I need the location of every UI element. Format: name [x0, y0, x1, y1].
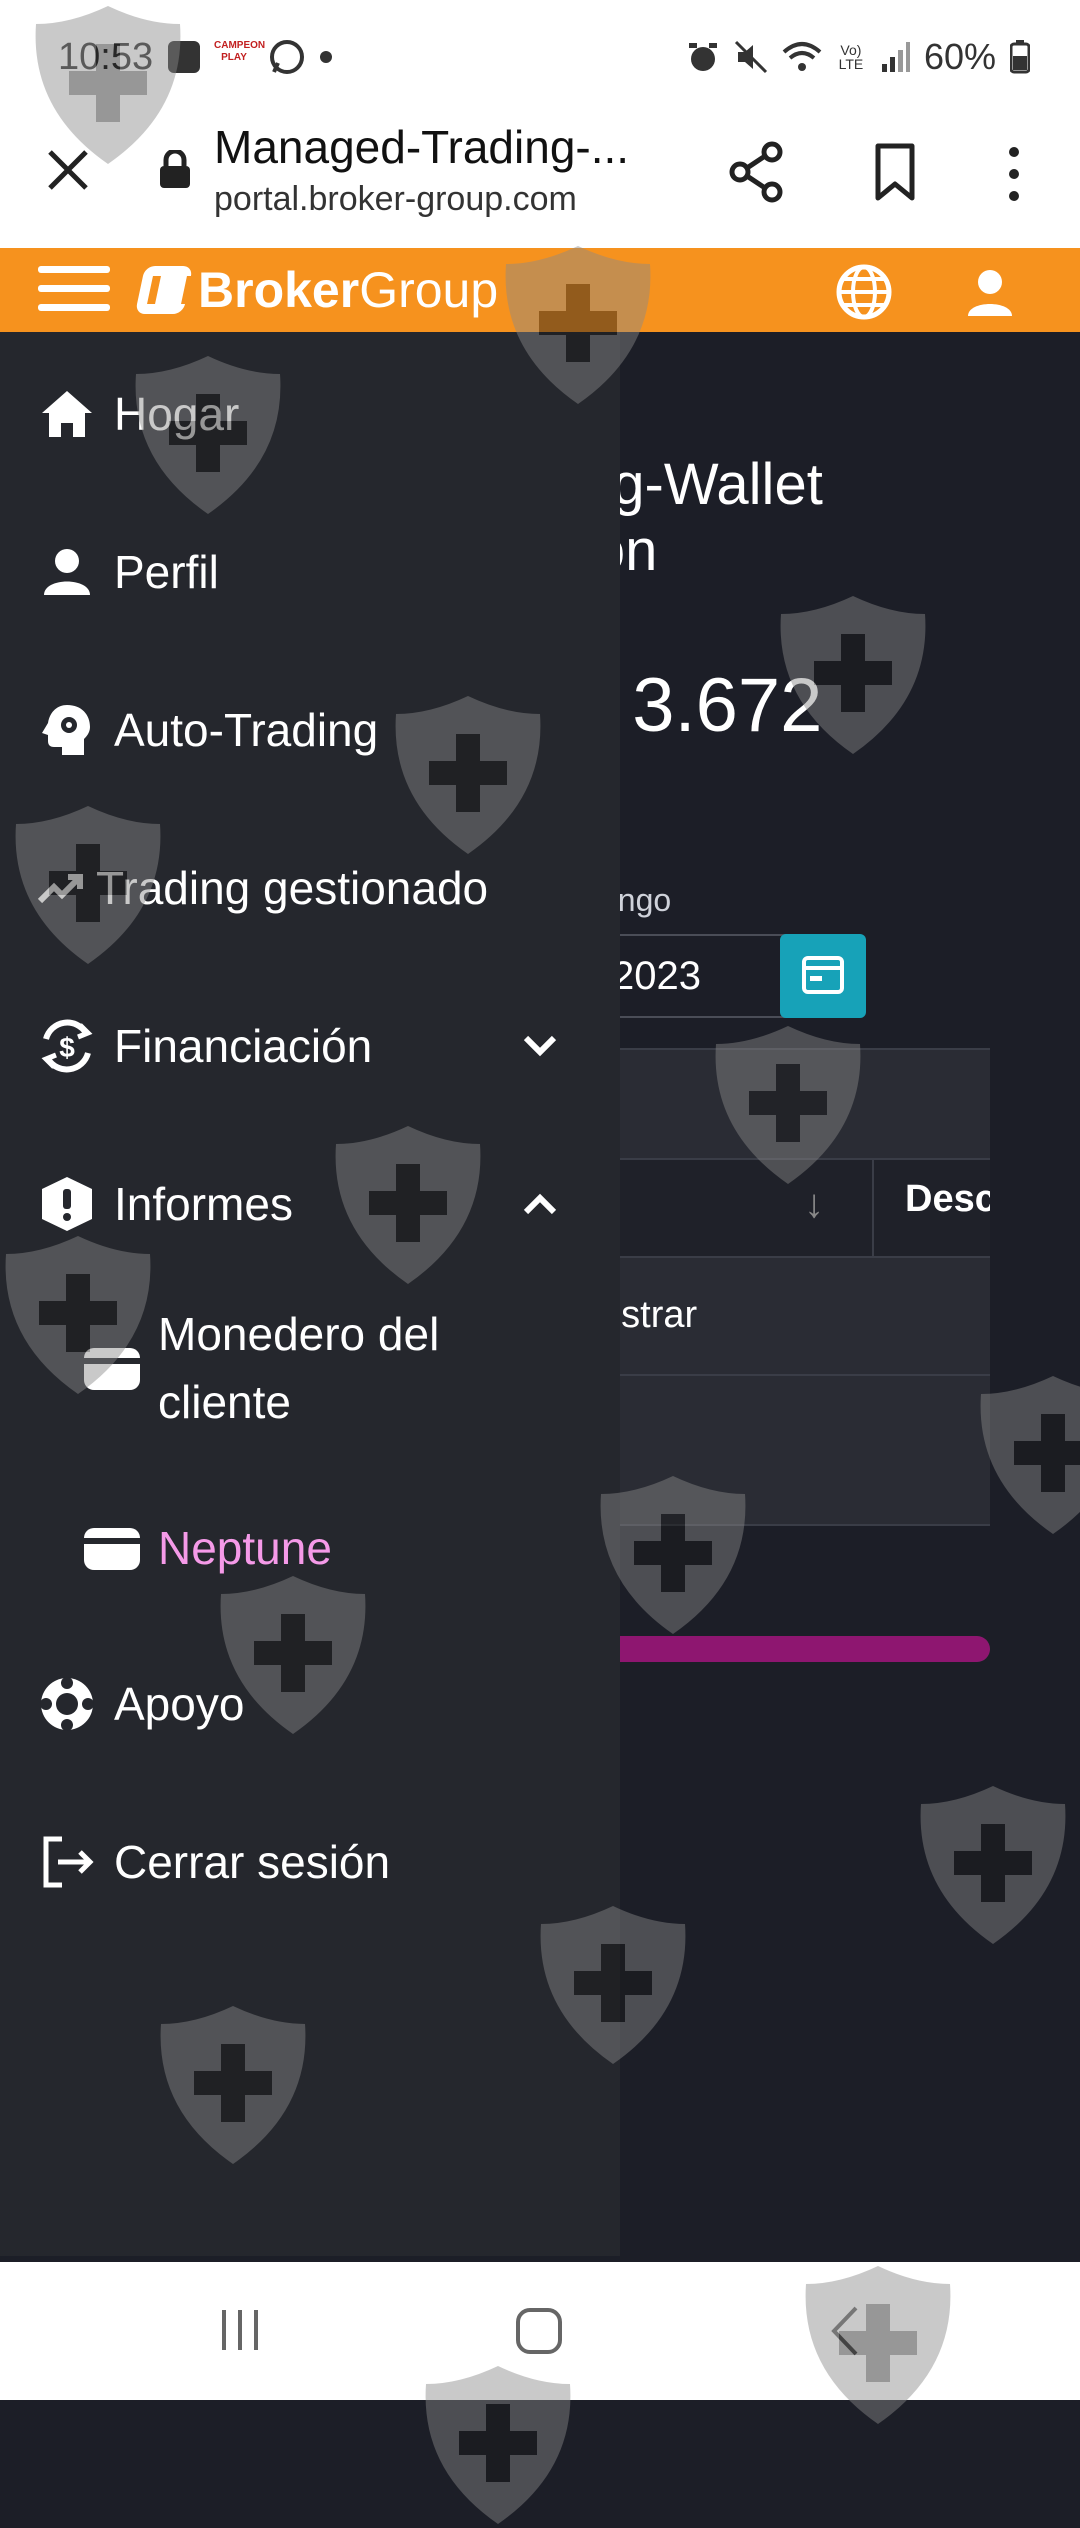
alert-icon [42, 1177, 92, 1231]
bookmark-icon[interactable] [866, 140, 924, 204]
column-header-description[interactable]: Desc [905, 1178, 990, 1221]
chevron-up-icon[interactable] [516, 1180, 564, 1228]
submenu-item-label: Neptune [158, 1522, 332, 1574]
brand-logo[interactable]: Broker Group [134, 258, 499, 322]
progress-bar [600, 1636, 990, 1662]
wifi-icon [782, 42, 822, 71]
home-icon [42, 391, 92, 437]
menu-item-auto-trading[interactable]: Auto-Trading [0, 670, 620, 790]
menu-item-informes[interactable]: Informes [0, 1144, 620, 1264]
transactions-table: ↓ Desc ostrar [600, 1048, 990, 1526]
brand-logo-mark-icon [134, 266, 194, 314]
battery-icon [1010, 40, 1030, 74]
brand-name-bold: Broker [198, 262, 360, 318]
status-left-icons: CAMPEON PLAY [168, 38, 332, 76]
menu-item-label: Cerrar sesión [114, 1836, 391, 1888]
wallet-icon [84, 1528, 140, 1570]
menu-item-trading-gestionado[interactable]: Trading gestionado [0, 828, 620, 948]
side-drawer: Hogar Perfil Auto-Trading Trading gestio… [0, 332, 620, 2256]
browser-toolbar: Managed-Trading-... portal.broker-group.… [0, 120, 1080, 248]
globe-icon[interactable] [834, 262, 894, 322]
page-url[interactable]: portal.broker-group.com [214, 180, 577, 219]
brand-name-regular: Group [359, 262, 499, 318]
chevron-down-icon[interactable] [516, 1022, 564, 1070]
campeon-play-icon: CAMPEON PLAY [214, 40, 266, 63]
menu-toggle-button[interactable] [38, 266, 110, 314]
recent-apps-icon[interactable] [218, 2308, 262, 2352]
user-account-icon[interactable] [960, 262, 1020, 322]
calendar-button[interactable] [780, 934, 866, 1018]
back-icon[interactable] [826, 2304, 866, 2358]
app-header: Broker Group [0, 248, 1080, 332]
notification-dot-icon [320, 51, 332, 63]
status-bar: 10:53 CAMPEON PLAY Vo) LTE 60% [0, 0, 1080, 120]
menu-item-financiacion[interactable]: $ Financiación [0, 986, 620, 1106]
page-title: Managed-Trading-... [214, 121, 630, 173]
table-header: ↓ Desc [600, 1160, 990, 1258]
menu-item-perfil[interactable]: Perfil [0, 512, 620, 632]
svg-text:$: $ [59, 1032, 75, 1063]
status-right-icons: Vo) LTE 60% [686, 36, 1030, 78]
submenu-item-label: Monedero del cliente [158, 1308, 440, 1428]
lifebuoy-icon [40, 1677, 94, 1731]
system-navigation-bar [0, 2262, 1080, 2400]
sort-arrow-icon[interactable]: ↓ [804, 1182, 824, 1227]
wallet-icon [84, 1348, 140, 1390]
date-range-input[interactable]: 2023 [600, 934, 792, 1018]
menu-item-hogar[interactable]: Hogar [0, 354, 620, 474]
share-icon[interactable] [726, 140, 790, 204]
trending-up-icon [37, 874, 83, 904]
more-options-icon[interactable] [1002, 142, 1026, 206]
menu-item-label: Informes [114, 1178, 293, 1230]
table-row: ostrar [600, 1258, 990, 1376]
menu-item-label: Perfil [114, 546, 219, 598]
menu-item-label: Trading gestionado [96, 862, 489, 914]
table-toolbar [600, 1048, 990, 1160]
whatsapp-icon [270, 40, 304, 74]
volte-icon: Vo) LTE [838, 42, 864, 72]
column-divider [872, 1160, 874, 1256]
submenu-item-monedero[interactable]: Monedero del cliente [0, 1298, 620, 1438]
robot-head-icon [42, 705, 90, 755]
table-row [600, 1376, 990, 1526]
status-time: 10:53 [58, 36, 154, 78]
menu-item-label: Apoyo [114, 1678, 245, 1730]
signal-icon [881, 42, 910, 72]
finance-cycle-icon: $ [41, 1019, 93, 1073]
logout-icon [43, 1836, 94, 1888]
hamburger-line [38, 266, 110, 273]
submenu-item-neptune[interactable]: Neptune [0, 1488, 620, 1608]
balance-value: : 3.672 [590, 663, 823, 748]
alarm-icon [688, 43, 717, 71]
menu-item-apoyo[interactable]: Apoyo [0, 1644, 620, 1764]
gallery-icon [168, 41, 200, 73]
menu-item-cerrar-sesion[interactable]: Cerrar sesión [0, 1802, 620, 1922]
home-button-icon[interactable] [514, 2306, 564, 2356]
progress-bar-fill [600, 1636, 990, 1662]
calendar-icon [802, 956, 844, 994]
hamburger-line [38, 285, 110, 292]
hamburger-line [38, 304, 110, 311]
lock-icon [160, 150, 190, 188]
menu-item-label: Auto-Trading [114, 704, 379, 756]
battery-level: 60% [923, 36, 996, 77]
close-icon[interactable] [40, 142, 96, 198]
mute-icon [734, 40, 767, 74]
menu-item-label: Financiación [114, 1020, 373, 1072]
menu-item-label: Hogar [114, 388, 240, 440]
person-icon [44, 549, 90, 595]
